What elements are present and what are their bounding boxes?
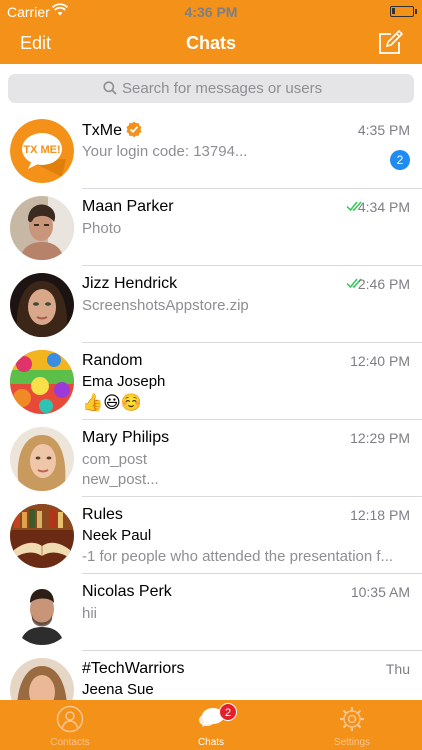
chat-preview: -1 for people who attended the presentat…	[82, 548, 394, 565]
tab-label: Chats	[197, 737, 225, 748]
edit-button[interactable]: Edit	[20, 33, 51, 54]
chat-name: Rules	[82, 506, 123, 523]
search-bar[interactable]	[8, 74, 414, 103]
nav-bar: Edit Chats	[0, 24, 422, 64]
search-icon	[103, 81, 117, 95]
avatar-jizz-hendrick	[10, 273, 74, 337]
chat-list: TX ME! TxMe 4:35 PM Your login code: 137…	[0, 112, 422, 700]
avatar-mary-philips	[10, 427, 74, 491]
chat-name: #TechWarriors	[82, 660, 185, 677]
tab-contacts[interactable]: Contacts	[0, 700, 140, 750]
chat-name: Jizz Hendrick	[82, 275, 178, 292]
chat-sender: Jeena Sue	[82, 681, 154, 698]
search-input[interactable]	[122, 78, 402, 99]
tab-label: Settings	[333, 737, 371, 748]
chat-time: 10:35 AM	[350, 584, 410, 600]
svg-text:TX ME!: TX ME!	[23, 144, 60, 156]
chat-time: Thu	[385, 661, 410, 677]
chat-preview-line2: new_post...	[82, 471, 159, 488]
compose-icon[interactable]	[376, 29, 404, 57]
chat-time: 12:18 PM	[350, 507, 410, 523]
tab-settings[interactable]: Settings	[282, 700, 422, 750]
chat-preview: com_post	[82, 451, 148, 468]
chat-sender: Neek Paul	[82, 527, 152, 544]
tab-chats[interactable]: 2 Chats	[141, 700, 281, 750]
contacts-icon	[56, 705, 84, 733]
avatar-nicolas-perk	[10, 581, 74, 645]
unread-badge: 2	[390, 150, 410, 170]
chat-preview: 👍😃☺️	[82, 393, 143, 412]
chat-time: 2:46 PM	[357, 276, 410, 292]
chat-row-maan-parker[interactable]: Maan Parker 4:34 PM Photo	[0, 189, 422, 266]
chat-row-techwarriors[interactable]: #TechWarriors Thu Jeena Sue	[0, 651, 422, 700]
avatar-maan-parker	[10, 196, 74, 260]
chat-preview: Photo	[82, 220, 122, 237]
chat-row-rules[interactable]: Rules 12:18 PM Neek Paul -1 for people w…	[0, 497, 422, 574]
verified-icon	[126, 121, 142, 137]
avatar-random	[10, 350, 74, 414]
chat-row-jizz-hendrick[interactable]: Jizz Hendrick 2:46 PM ScreenshotsAppstor…	[0, 266, 422, 343]
chat-sender: Ema Joseph	[82, 373, 166, 390]
tab-bar: Contacts 2 Chats Settings	[0, 700, 422, 750]
chat-name: Random	[82, 352, 143, 369]
chat-time: 12:40 PM	[350, 353, 410, 369]
chat-row-random[interactable]: Random 12:40 PM Ema Joseph 👍😃☺️	[0, 343, 422, 420]
chat-name: Mary Philips	[82, 429, 170, 446]
status-bar: Carrier 4:36 PM	[0, 0, 422, 24]
chat-row-nicolas-perk[interactable]: Nicolas Perk 10:35 AM hii	[0, 574, 422, 651]
avatar-txme: TX ME!	[10, 119, 74, 183]
chat-time: 12:29 PM	[350, 430, 410, 446]
chat-preview: hii	[82, 605, 98, 622]
avatar-rules	[10, 504, 74, 568]
chat-name: Nicolas Perk	[82, 583, 172, 600]
chat-preview: Your login code: 13794...	[82, 143, 248, 160]
chat-preview: ScreenshotsAppstore.zip	[82, 297, 249, 314]
settings-icon	[340, 707, 364, 731]
chat-name: TxMe	[82, 121, 142, 140]
tab-label: Contacts	[50, 737, 90, 748]
status-time: 4:36 PM	[184, 4, 238, 20]
search-area	[0, 64, 422, 112]
tab-badge: 2	[219, 703, 237, 721]
chat-row-mary-philips[interactable]: Mary Philips 12:29 PM com_post new_post.…	[0, 420, 422, 497]
avatar-techwarriors	[10, 658, 74, 700]
page-title: Chats	[185, 33, 236, 53]
chat-time: 4:34 PM	[357, 199, 410, 215]
chat-row-txme[interactable]: TX ME! TxMe 4:35 PM Your login code: 137…	[0, 112, 422, 189]
chat-time: 4:35 PM	[357, 122, 410, 138]
chat-name: Maan Parker	[82, 198, 174, 215]
battery-icon	[390, 6, 417, 17]
